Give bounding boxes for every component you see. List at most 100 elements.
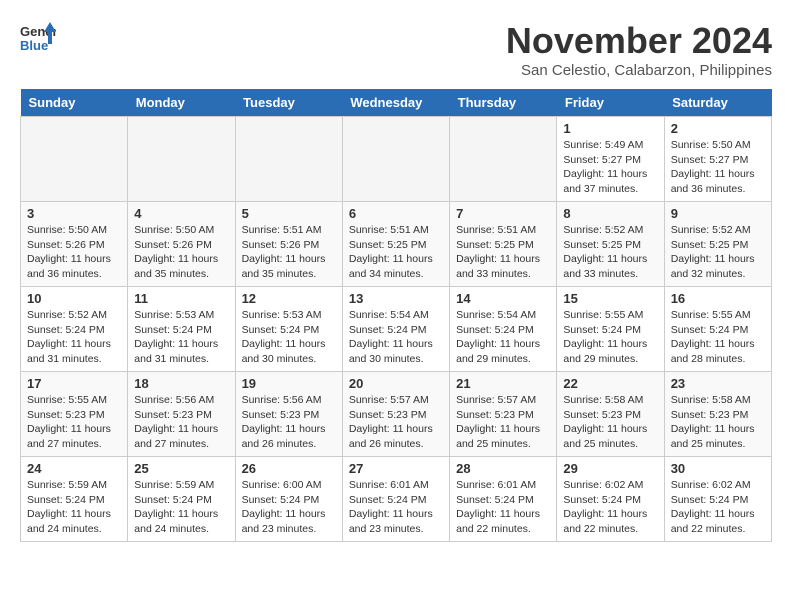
calendar-week-row: 1 Sunrise: 5:49 AM Sunset: 5:27 PM Daylig… bbox=[21, 117, 772, 202]
day-info: Sunrise: 5:59 AM Sunset: 5:24 PM Dayligh… bbox=[134, 478, 228, 537]
day-info: Sunrise: 5:56 AM Sunset: 5:23 PM Dayligh… bbox=[134, 393, 228, 452]
calendar-cell: 21Sunrise: 5:57 AM Sunset: 5:23 PM Dayli… bbox=[450, 372, 557, 457]
day-info: Sunrise: 5:52 AM Sunset: 5:24 PM Dayligh… bbox=[27, 308, 121, 367]
day-number: 9 bbox=[671, 206, 765, 221]
calendar-week-row: 17 Sunrise: 5:55 AM Sunset: 5:23 PM Dayli… bbox=[21, 372, 772, 457]
day-number: 23 bbox=[671, 376, 765, 391]
calendar-cell: 11 Sunrise: 5:53 AM Sunset: 5:24 PM Dayli… bbox=[128, 287, 235, 372]
day-number: 6 bbox=[349, 206, 443, 221]
weekday-header: Friday bbox=[557, 89, 664, 117]
month-title: November 2024 bbox=[506, 20, 772, 62]
day-number: 5 bbox=[242, 206, 336, 221]
day-info: Sunrise: 5:57 AM Sunset: 5:23 PM Dayligh… bbox=[349, 393, 443, 452]
calendar-cell: 9 Sunrise: 5:52 AM Sunset: 5:25 PM Daylig… bbox=[664, 202, 771, 287]
calendar-cell: 22Sunrise: 5:58 AM Sunset: 5:23 PM Dayli… bbox=[557, 372, 664, 457]
weekday-header: Saturday bbox=[664, 89, 771, 117]
calendar-cell: 23 Sunrise: 5:58 AM Sunset: 5:23 PM Dayli… bbox=[664, 372, 771, 457]
day-number: 25 bbox=[134, 461, 228, 476]
day-info: Sunrise: 5:58 AM Sunset: 5:23 PM Dayligh… bbox=[671, 393, 765, 452]
title-section: November 2024 San Celestio, Calabarzon, … bbox=[506, 20, 772, 79]
day-number: 8 bbox=[563, 206, 657, 221]
day-number: 15 bbox=[563, 291, 657, 306]
day-info: Sunrise: 5:53 AM Sunset: 5:24 PM Dayligh… bbox=[242, 308, 336, 367]
weekday-header: Tuesday bbox=[235, 89, 342, 117]
day-number: 29 bbox=[563, 461, 657, 476]
calendar-cell: 6 Sunrise: 5:51 AM Sunset: 5:25 PM Daylig… bbox=[342, 202, 449, 287]
calendar-cell: 8 Sunrise: 5:52 AM Sunset: 5:25 PM Daylig… bbox=[557, 202, 664, 287]
day-info: Sunrise: 5:54 AM Sunset: 5:24 PM Dayligh… bbox=[456, 308, 550, 367]
weekday-header: Wednesday bbox=[342, 89, 449, 117]
day-info: Sunrise: 5:59 AM Sunset: 5:24 PM Dayligh… bbox=[27, 478, 121, 537]
calendar-cell: 30 Sunrise: 6:02 AM Sunset: 5:24 PM Dayli… bbox=[664, 457, 771, 542]
calendar-cell: 12 Sunrise: 5:53 AM Sunset: 5:24 PM Dayli… bbox=[235, 287, 342, 372]
day-number: 3 bbox=[27, 206, 121, 221]
calendar-cell: 27 Sunrise: 6:01 AM Sunset: 5:24 PM Dayli… bbox=[342, 457, 449, 542]
calendar-cell bbox=[450, 117, 557, 202]
calendar-cell: 25 Sunrise: 5:59 AM Sunset: 5:24 PM Dayli… bbox=[128, 457, 235, 542]
calendar-cell: 20 Sunrise: 5:57 AM Sunset: 5:23 PM Dayli… bbox=[342, 372, 449, 457]
day-number: 2 bbox=[671, 121, 765, 136]
day-number: 11 bbox=[134, 291, 228, 306]
calendar-cell: 2 Sunrise: 5:50 AM Sunset: 5:27 PM Daylig… bbox=[664, 117, 771, 202]
day-number: 18 bbox=[134, 376, 228, 391]
day-info: Sunrise: 5:49 AM Sunset: 5:27 PM Dayligh… bbox=[563, 138, 657, 197]
day-number: 27 bbox=[349, 461, 443, 476]
weekday-header: Thursday bbox=[450, 89, 557, 117]
location: San Celestio, Calabarzon, Philippines bbox=[506, 62, 772, 79]
day-number: 28 bbox=[456, 461, 550, 476]
calendar-cell: 15Sunrise: 5:55 AM Sunset: 5:24 PM Dayli… bbox=[557, 287, 664, 372]
calendar-cell: 10 Sunrise: 5:52 AM Sunset: 5:24 PM Dayli… bbox=[21, 287, 128, 372]
day-number: 17 bbox=[27, 376, 121, 391]
calendar-week-row: 24 Sunrise: 5:59 AM Sunset: 5:24 PM Dayli… bbox=[21, 457, 772, 542]
day-number: 14 bbox=[456, 291, 550, 306]
day-info: Sunrise: 5:51 AM Sunset: 5:25 PM Dayligh… bbox=[456, 223, 550, 282]
day-info: Sunrise: 5:53 AM Sunset: 5:24 PM Dayligh… bbox=[134, 308, 228, 367]
day-number: 10 bbox=[27, 291, 121, 306]
day-number: 20 bbox=[349, 376, 443, 391]
day-number: 24 bbox=[27, 461, 121, 476]
calendar-cell: 1 Sunrise: 5:49 AM Sunset: 5:27 PM Daylig… bbox=[557, 117, 664, 202]
day-info: Sunrise: 5:51 AM Sunset: 5:26 PM Dayligh… bbox=[242, 223, 336, 282]
day-number: 26 bbox=[242, 461, 336, 476]
day-number: 13 bbox=[349, 291, 443, 306]
day-info: Sunrise: 6:02 AM Sunset: 5:24 PM Dayligh… bbox=[671, 478, 765, 537]
calendar-cell bbox=[235, 117, 342, 202]
day-info: Sunrise: 6:00 AM Sunset: 5:24 PM Dayligh… bbox=[242, 478, 336, 537]
weekday-header-row: SundayMondayTuesdayWednesdayThursdayFrid… bbox=[21, 89, 772, 117]
calendar-week-row: 10 Sunrise: 5:52 AM Sunset: 5:24 PM Dayli… bbox=[21, 287, 772, 372]
calendar-cell: 7 Sunrise: 5:51 AM Sunset: 5:25 PM Daylig… bbox=[450, 202, 557, 287]
weekday-header: Sunday bbox=[21, 89, 128, 117]
day-number: 1 bbox=[563, 121, 657, 136]
day-number: 30 bbox=[671, 461, 765, 476]
day-info: Sunrise: 6:01 AM Sunset: 5:24 PM Dayligh… bbox=[456, 478, 550, 537]
calendar-cell: 24 Sunrise: 5:59 AM Sunset: 5:24 PM Dayli… bbox=[21, 457, 128, 542]
weekday-header: Monday bbox=[128, 89, 235, 117]
logo-svg: General Blue bbox=[20, 20, 56, 56]
day-number: 21 bbox=[456, 376, 550, 391]
calendar-cell: 28 Sunrise: 6:01 AM Sunset: 5:24 PM Dayli… bbox=[450, 457, 557, 542]
day-number: 7 bbox=[456, 206, 550, 221]
calendar-cell: 5 Sunrise: 5:51 AM Sunset: 5:26 PM Daylig… bbox=[235, 202, 342, 287]
calendar-cell: 13 Sunrise: 5:54 AM Sunset: 5:24 PM Dayli… bbox=[342, 287, 449, 372]
day-info: Sunrise: 6:02 AM Sunset: 5:24 PM Dayligh… bbox=[563, 478, 657, 537]
svg-text:Blue: Blue bbox=[20, 38, 48, 53]
day-number: 16 bbox=[671, 291, 765, 306]
day-info: Sunrise: 5:55 AM Sunset: 5:23 PM Dayligh… bbox=[27, 393, 121, 452]
day-number: 19 bbox=[242, 376, 336, 391]
day-number: 22 bbox=[563, 376, 657, 391]
day-info: Sunrise: 5:51 AM Sunset: 5:25 PM Dayligh… bbox=[349, 223, 443, 282]
day-info: Sunrise: 5:54 AM Sunset: 5:24 PM Dayligh… bbox=[349, 308, 443, 367]
calendar-cell: 17 Sunrise: 5:55 AM Sunset: 5:23 PM Dayli… bbox=[21, 372, 128, 457]
day-info: Sunrise: 6:01 AM Sunset: 5:24 PM Dayligh… bbox=[349, 478, 443, 537]
day-info: Sunrise: 5:52 AM Sunset: 5:25 PM Dayligh… bbox=[671, 223, 765, 282]
day-number: 12 bbox=[242, 291, 336, 306]
day-info: Sunrise: 5:50 AM Sunset: 5:26 PM Dayligh… bbox=[27, 223, 121, 282]
day-number: 4 bbox=[134, 206, 228, 221]
calendar-cell: 3 Sunrise: 5:50 AM Sunset: 5:26 PM Daylig… bbox=[21, 202, 128, 287]
calendar-cell bbox=[128, 117, 235, 202]
calendar-week-row: 3 Sunrise: 5:50 AM Sunset: 5:26 PM Daylig… bbox=[21, 202, 772, 287]
day-info: Sunrise: 5:52 AM Sunset: 5:25 PM Dayligh… bbox=[563, 223, 657, 282]
page-header: General Blue November 2024 San Celestio,… bbox=[20, 20, 772, 79]
day-info: Sunrise: 5:50 AM Sunset: 5:27 PM Dayligh… bbox=[671, 138, 765, 197]
calendar-cell: 4Sunrise: 5:50 AM Sunset: 5:26 PM Daylig… bbox=[128, 202, 235, 287]
